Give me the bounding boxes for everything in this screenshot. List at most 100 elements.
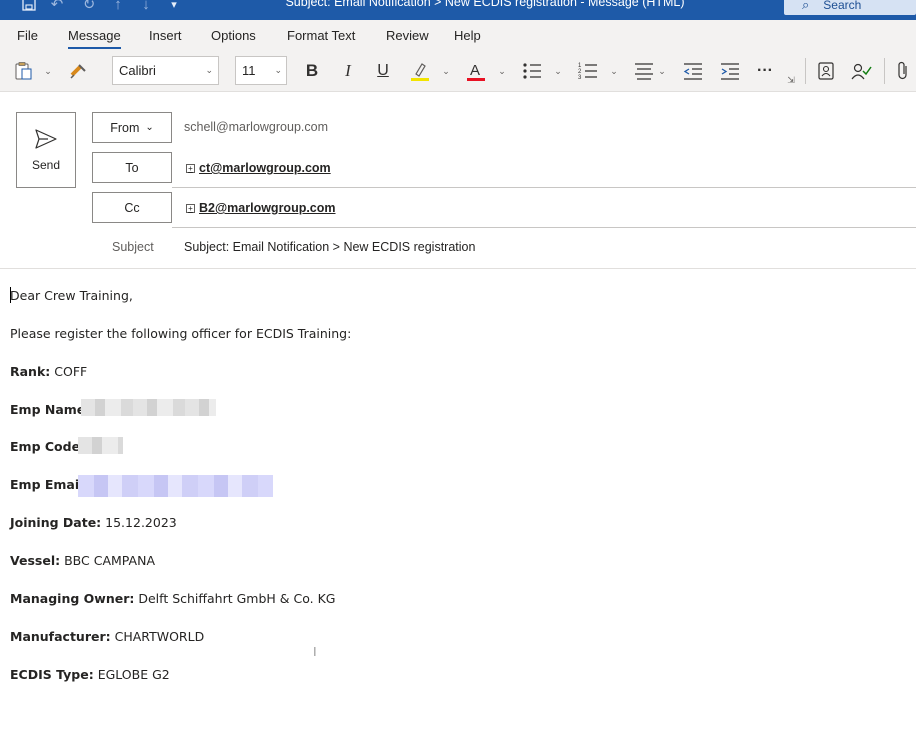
paste-icon[interactable] [11, 58, 35, 84]
svg-text:A: A [470, 62, 480, 79]
cc-button[interactable]: Cc [92, 192, 172, 223]
search-box[interactable]: ⌕ Search [784, 0, 916, 15]
rank-value: COFF [54, 364, 88, 379]
bullets-chevron-icon[interactable]: ⌄ [553, 58, 563, 84]
dialog-launcher-icon[interactable]: ⇲ [786, 74, 796, 86]
body-greeting[interactable]: Dear Crew Training, [10, 288, 133, 303]
attach-file-icon[interactable] [893, 58, 913, 84]
managing-owner-value: Delft Schiffahrt GmbH & Co. KG [138, 591, 336, 606]
cc-recipient[interactable]: + B2@marlowgroup.com [186, 201, 336, 215]
font-color-chevron-icon[interactable]: ⌄ [497, 58, 507, 84]
ribbon-divider [884, 58, 885, 84]
header-divider [0, 268, 916, 269]
bold-button[interactable]: B [300, 58, 324, 84]
rank-label: Rank: [10, 364, 51, 379]
expand-group-icon[interactable]: + [186, 163, 195, 173]
manufacturer-label: Manufacturer: [10, 629, 111, 644]
from-label: From [110, 120, 140, 135]
ecdis-type-label: ECDIS Type: [10, 667, 94, 682]
cc-label: Cc [124, 200, 140, 215]
vessel-line[interactable]: Vessel: BBC CAMPANA [10, 553, 155, 568]
italic-button[interactable]: I [336, 58, 360, 84]
chevron-down-icon: ⌄ [205, 65, 213, 75]
from-address: schell@marlowgroup.com [184, 120, 328, 134]
vessel-value: BBC CAMPANA [64, 553, 155, 568]
search-icon: ⌕ [802, 0, 810, 12]
ribbon-divider [805, 58, 806, 84]
subject-input[interactable]: Subject: Email Notification > New ECDIS … [184, 240, 475, 254]
manufacturer-value: CHARTWORLD [114, 629, 205, 644]
redacted-emp-code [78, 437, 123, 454]
font-size-value: 11 [242, 63, 256, 78]
ecdis-type-value: EGLOBE G2 [97, 667, 170, 682]
numbering-chevron-icon[interactable]: ⌄ [609, 58, 619, 84]
managing-owner-line[interactable]: Managing Owner: Delft Schiffahrt GmbH & … [10, 591, 335, 606]
from-button[interactable]: From ⌄ [92, 112, 172, 143]
numbering-icon[interactable]: 123 [576, 58, 600, 84]
previous-item-icon[interactable]: ↑ [108, 0, 128, 14]
tab-options[interactable]: Options [211, 28, 256, 43]
check-names-icon[interactable] [849, 58, 873, 84]
tab-insert[interactable]: Insert [149, 28, 182, 43]
body-intro[interactable]: Please register the following officer fo… [10, 326, 351, 341]
font-color-icon[interactable]: A [464, 58, 488, 84]
bullets-icon[interactable] [520, 58, 544, 84]
to-button[interactable]: To [92, 152, 172, 183]
paste-options-chevron-icon[interactable]: ⌄ [43, 58, 53, 84]
joining-date-value: 15.12.2023 [105, 515, 177, 530]
send-button[interactable]: Send [16, 112, 76, 188]
emp-email-line[interactable]: Emp Email: [10, 477, 88, 492]
increase-indent-icon[interactable] [718, 58, 742, 84]
tab-file[interactable]: File [17, 28, 38, 43]
highlight-icon[interactable] [408, 58, 432, 84]
format-painter-icon[interactable] [66, 58, 90, 84]
chevron-down-icon: ⌄ [145, 122, 154, 133]
to-recipient-address: ct@marlowgroup.com [199, 161, 331, 175]
search-placeholder: Search [823, 0, 862, 12]
window-title: Subject: Email Notification > New ECDIS … [285, 0, 685, 9]
manufacturer-line[interactable]: Manufacturer: CHARTWORLD [10, 629, 204, 644]
redacted-emp-name [81, 399, 216, 416]
address-book-icon[interactable] [814, 58, 838, 84]
expand-group-icon[interactable]: + [186, 203, 195, 213]
font-name-select[interactable]: Calibri ⌄ [112, 56, 219, 85]
cc-recipient-address: B2@marlowgroup.com [199, 201, 336, 215]
cc-field-underline [172, 227, 916, 228]
ecdis-type-line[interactable]: ECDIS Type: EGLOBE G2 [10, 667, 170, 682]
tab-review[interactable]: Review [386, 28, 429, 43]
chevron-down-icon: ⌄ [274, 65, 282, 75]
to-recipient[interactable]: + ct@marlowgroup.com [186, 161, 331, 175]
emp-name-label: Emp Name: [10, 402, 91, 417]
align-chevron-icon[interactable]: ⌄ [657, 58, 667, 84]
customize-toolbar-icon[interactable]: ▾ [166, 0, 182, 14]
emp-name-line[interactable]: Emp Name: [10, 402, 90, 417]
send-icon [35, 129, 57, 149]
emp-code-label: Emp Code: [10, 439, 86, 454]
font-size-select[interactable]: 11 ⌄ [235, 56, 287, 85]
more-options-icon[interactable]: ··· [753, 58, 777, 84]
highlight-chevron-icon[interactable]: ⌄ [441, 58, 451, 84]
tab-help[interactable]: Help [454, 28, 481, 43]
svg-text:3: 3 [578, 75, 582, 81]
redo-icon[interactable]: ↻ [78, 0, 100, 14]
tab-format-text[interactable]: Format Text [287, 28, 355, 43]
undo-icon[interactable]: ↶ [46, 0, 68, 14]
send-label: Send [31, 158, 61, 172]
title-bar: ↶ ↻ ↑ ↓ ▾ Subject: Email Notification > … [0, 0, 916, 20]
align-icon[interactable] [632, 58, 656, 84]
font-name-value: Calibri [119, 63, 156, 78]
next-item-icon[interactable]: ↓ [136, 0, 156, 14]
to-field-underline [172, 187, 916, 188]
menu-bar: File Message Insert Options Format Text … [0, 20, 916, 50]
i-beam-cursor-icon: I [313, 644, 317, 659]
rank-line[interactable]: Rank: COFF [10, 364, 87, 379]
emp-email-label: Emp Email: [10, 477, 89, 492]
joining-date-label: Joining Date: [10, 515, 102, 530]
save-icon[interactable] [18, 0, 40, 14]
vessel-label: Vessel: [10, 553, 61, 568]
joining-date-line[interactable]: Joining Date: 15.12.2023 [10, 515, 177, 530]
underline-button[interactable]: U [371, 58, 395, 84]
tab-message[interactable]: Message [68, 28, 121, 49]
emp-code-line[interactable]: Emp Code: [10, 439, 85, 454]
decrease-indent-icon[interactable] [681, 58, 705, 84]
